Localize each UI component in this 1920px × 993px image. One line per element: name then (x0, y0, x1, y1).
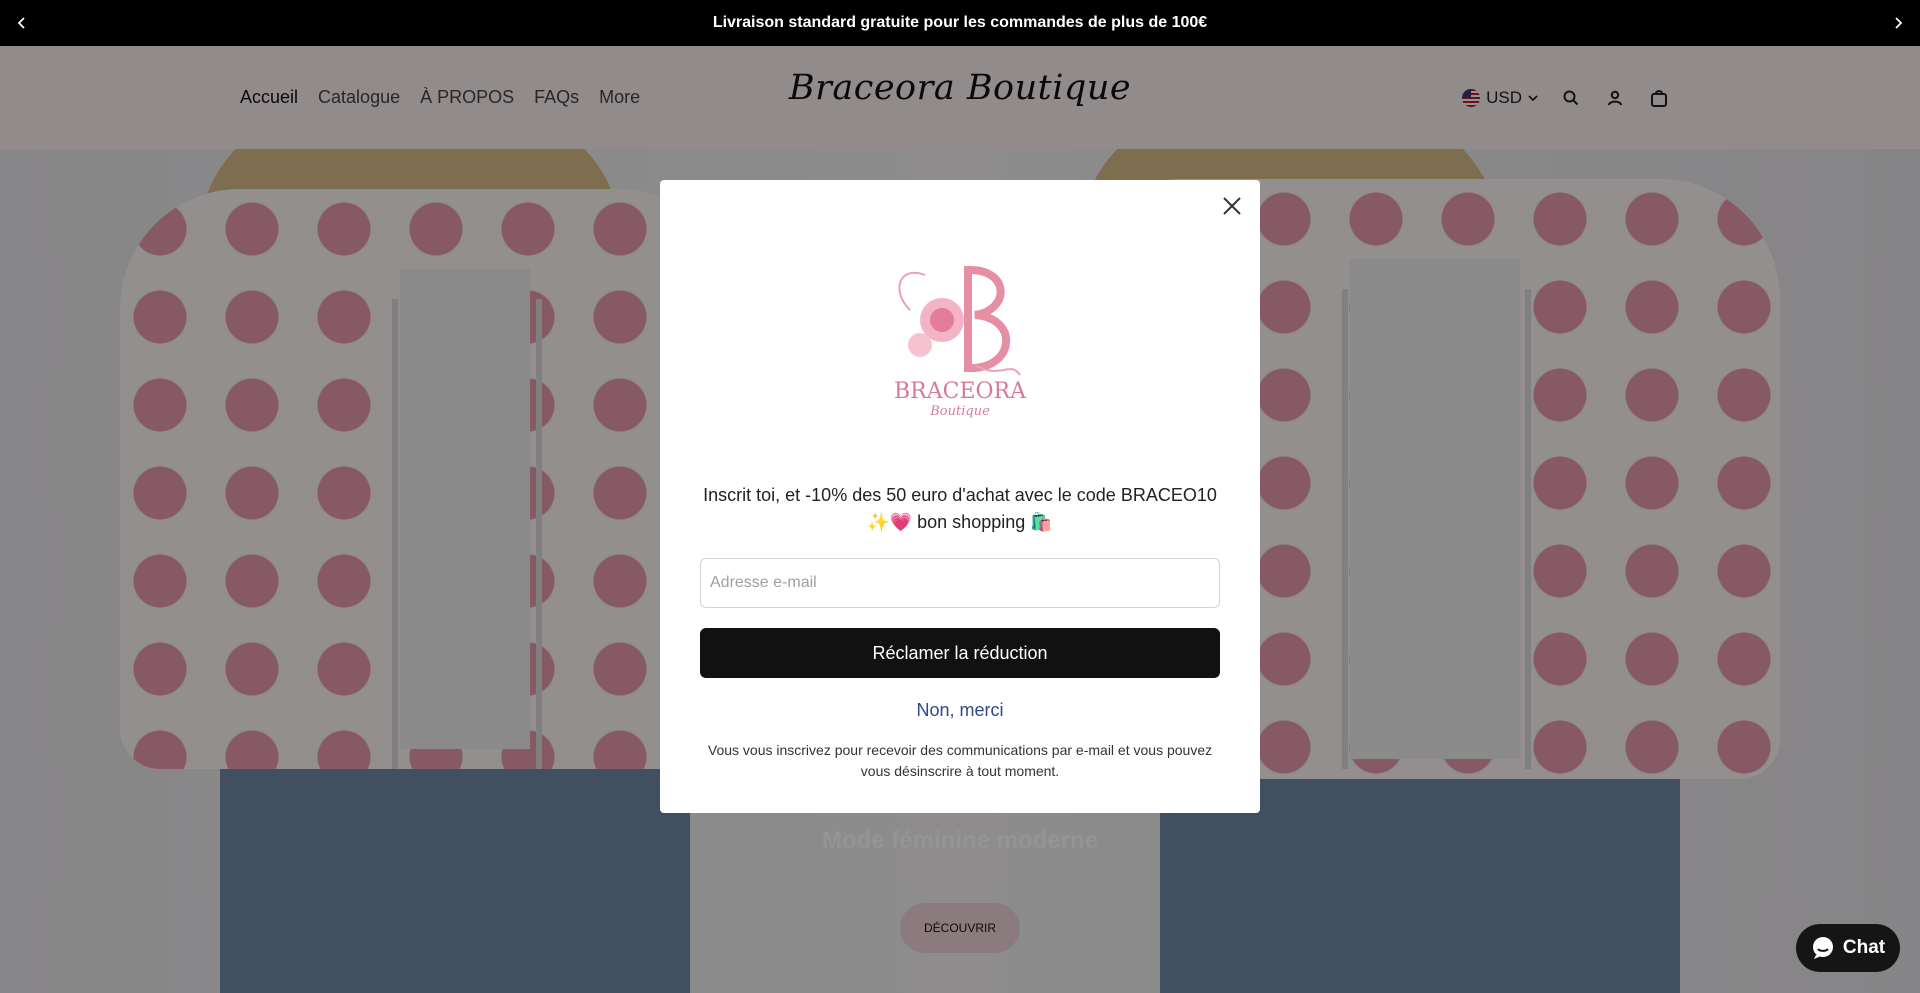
announcement-prev-button[interactable] (0, 0, 44, 46)
svg-text:BRACEORA: BRACEORA (894, 379, 1027, 404)
chevron-right-icon (1895, 17, 1903, 29)
chat-label: Chat (1842, 937, 1886, 958)
braceora-logo: BRACEORA Boutique (894, 266, 1027, 419)
announcement-next-button[interactable] (1876, 0, 1920, 46)
close-button[interactable] (1218, 192, 1246, 220)
announcement-text: Livraison standard gratuite pour les com… (712, 14, 1208, 31)
close-icon (1223, 197, 1241, 215)
chat-button[interactable]: Chat (1796, 924, 1900, 972)
announcement-bar: Livraison standard gratuite pour les com… (0, 0, 1920, 46)
popup-disclaimer: Vous vous inscrivez pour recevoir des co… (707, 742, 1213, 779)
no-thanks-link[interactable]: Non, merci (660, 700, 1260, 721)
chat-bubble-icon (1812, 937, 1833, 959)
svg-text:Boutique: Boutique (929, 404, 990, 419)
popup-message: Inscrit toi, et -10% des 50 euro d'achat… (703, 485, 1217, 532)
email-field[interactable] (700, 558, 1220, 608)
chevron-left-icon (17, 17, 25, 29)
claim-discount-button[interactable]: Réclamer la réduction (700, 628, 1220, 678)
newsletter-popup: BRACEORA Boutique Inscrit toi, et -10% d… (660, 180, 1260, 813)
